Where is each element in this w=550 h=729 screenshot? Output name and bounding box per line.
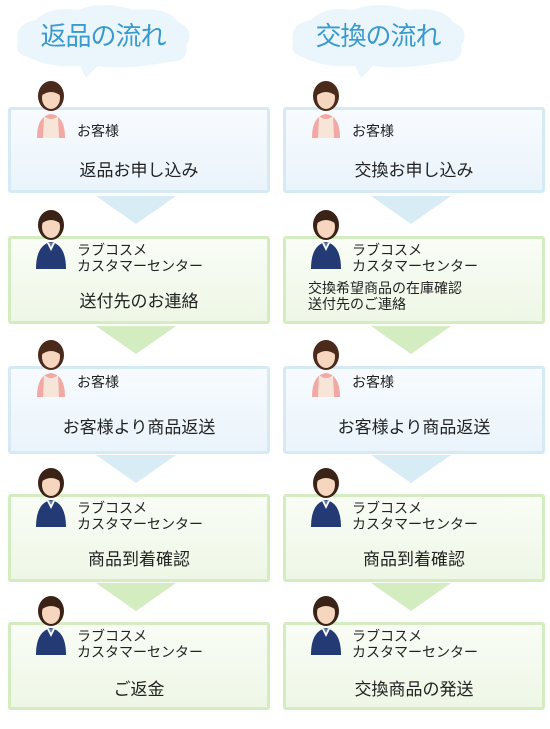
down-arrow-icon xyxy=(96,583,176,611)
customer-avatar-icon xyxy=(37,340,65,397)
actor-line-1: ラブコスメ xyxy=(352,501,422,517)
step-action: ご返金 xyxy=(113,680,165,700)
down-arrow-icon xyxy=(96,196,176,224)
step-action: 交換お申し込み xyxy=(354,161,474,181)
customer-avatar-icon xyxy=(37,81,65,138)
exchange-flow-title: 交換の流れ xyxy=(315,22,441,52)
return-step-2: ラブコスメ カスタマーセンター 送付先のお連絡 xyxy=(8,210,270,324)
actor-line-2: カスタマーセンター xyxy=(77,645,203,661)
staff-avatar-icon xyxy=(311,596,341,655)
step-actor: ラブコスメ カスタマーセンター xyxy=(77,243,203,275)
step-actor: お客様 xyxy=(77,124,119,140)
staff-avatar-icon xyxy=(36,596,66,655)
staff-avatar-icon xyxy=(36,210,66,269)
staff-avatar-icon xyxy=(311,468,341,527)
actor-line-1: ラブコスメ xyxy=(77,501,147,517)
actor-line-1: ラブコスメ xyxy=(77,629,147,645)
exchange-step-2: ラブコスメ カスタマーセンター 交換希望商品の在庫確認 送付先のご連絡 xyxy=(283,210,545,324)
action-line-2: 送付先のご連絡 xyxy=(308,297,406,313)
action-line-1: 交換希望商品の在庫確認 xyxy=(308,281,462,297)
actor-line-2: カスタマーセンター xyxy=(77,259,203,275)
customer-avatar-icon xyxy=(312,340,340,397)
actor-line-1: ラブコスメ xyxy=(352,629,422,645)
return-flow-column: 返品の流れ お客様 返品お申し込み ラブコスメ カスタマーセンター 送付先のお連… xyxy=(8,0,270,729)
actor-line-2: カスタマーセンター xyxy=(352,259,478,275)
actor-line-1: ラブコスメ xyxy=(77,243,147,259)
exchange-step-4: ラブコスメ カスタマーセンター 商品到着確認 xyxy=(283,468,545,582)
staff-avatar-icon xyxy=(311,210,341,269)
actor-line-2: カスタマーセンター xyxy=(352,517,478,533)
customer-avatar-icon xyxy=(312,81,340,138)
actor-line-2: カスタマーセンター xyxy=(352,645,478,661)
step-action: 商品到着確認 xyxy=(88,550,190,570)
down-arrow-icon xyxy=(371,196,451,224)
step-actor: ラブコスメ カスタマーセンター xyxy=(77,501,203,533)
return-flow-title: 返品の流れ xyxy=(40,22,166,52)
staff-avatar-icon xyxy=(36,468,66,527)
actor-line-1: ラブコスメ xyxy=(352,243,422,259)
step-actor: ラブコスメ カスタマーセンター xyxy=(352,243,478,275)
return-step-3: お客様 お客様より商品返送 xyxy=(8,340,270,454)
step-actor: ラブコスメ カスタマーセンター xyxy=(352,501,478,533)
step-action: 商品到着確認 xyxy=(363,550,465,570)
exchange-step-1: お客様 交換お申し込み xyxy=(283,81,545,193)
return-step-1: お客様 返品お申し込み xyxy=(8,81,270,193)
down-arrow-icon xyxy=(96,455,176,483)
step-actor: ラブコスメ カスタマーセンター xyxy=(77,629,203,661)
step-actor: お客様 xyxy=(352,375,394,391)
step-actor: お客様 xyxy=(352,124,394,140)
down-arrow-icon xyxy=(371,583,451,611)
step-action: お客様より商品返送 xyxy=(337,418,491,438)
down-arrow-icon xyxy=(371,326,451,354)
exchange-flow-title-cloud: 交換の流れ xyxy=(283,2,473,82)
step-action: 返品お申し込み xyxy=(79,161,199,181)
step-actor: ラブコスメ カスタマーセンター xyxy=(352,629,478,661)
step-action: 交換希望商品の在庫確認 送付先のご連絡 xyxy=(308,281,538,313)
step-action: 送付先のお連絡 xyxy=(79,292,199,312)
down-arrow-icon xyxy=(96,326,176,354)
step-actor: お客様 xyxy=(77,375,119,391)
actor-line-2: カスタマーセンター xyxy=(77,517,203,533)
step-action: 交換商品の発送 xyxy=(354,680,474,700)
step-action: お客様より商品返送 xyxy=(62,418,216,438)
exchange-step-3: お客様 お客様より商品返送 xyxy=(283,340,545,454)
exchange-step-5: ラブコスメ カスタマーセンター 交換商品の発送 xyxy=(283,596,545,710)
return-flow-title-cloud: 返品の流れ xyxy=(8,2,198,82)
return-step-5: ラブコスメ カスタマーセンター ご返金 xyxy=(8,596,270,710)
exchange-flow-column: 交換の流れ お客様 交換お申し込み ラブコスメ カスタマーセンター 交換希望商品… xyxy=(283,0,545,729)
down-arrow-icon xyxy=(371,455,451,483)
return-step-4: ラブコスメ カスタマーセンター 商品到着確認 xyxy=(8,468,270,582)
